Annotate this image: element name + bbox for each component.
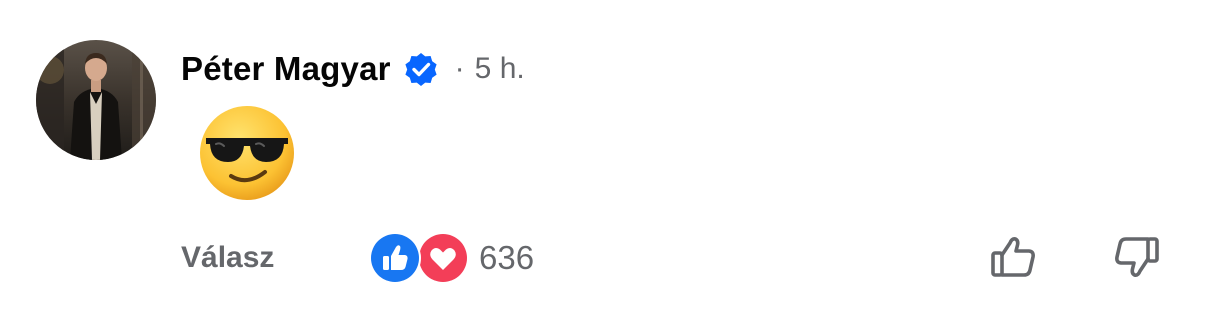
thumbs-down-outline-icon — [1115, 237, 1159, 277]
thumbs-up-outline-icon — [991, 237, 1035, 277]
upvote-button[interactable] — [990, 233, 1038, 281]
avatar-photo — [36, 40, 156, 160]
verified-badge-icon — [403, 51, 439, 87]
sunglasses-emoji-icon — [198, 104, 296, 202]
comment: Péter Magyar · 5 h. Válasz 636 — [0, 0, 1206, 313]
reaction-summary[interactable]: 636 — [369, 232, 535, 284]
downvote-button[interactable] — [1112, 233, 1160, 281]
reaction-count: 636 — [479, 239, 535, 276]
author-name[interactable]: Péter Magyar — [181, 50, 391, 88]
comment-actions: Válasz — [181, 232, 274, 284]
comment-header: Péter Magyar · 5 h. — [181, 46, 525, 92]
header-separator: · — [454, 52, 465, 85]
like-reaction-icon — [369, 232, 421, 284]
timestamp[interactable]: 5 h. — [475, 52, 525, 86]
avatar[interactable] — [36, 40, 156, 160]
love-reaction-icon — [417, 232, 469, 284]
reply-button[interactable]: Válasz — [181, 241, 274, 275]
